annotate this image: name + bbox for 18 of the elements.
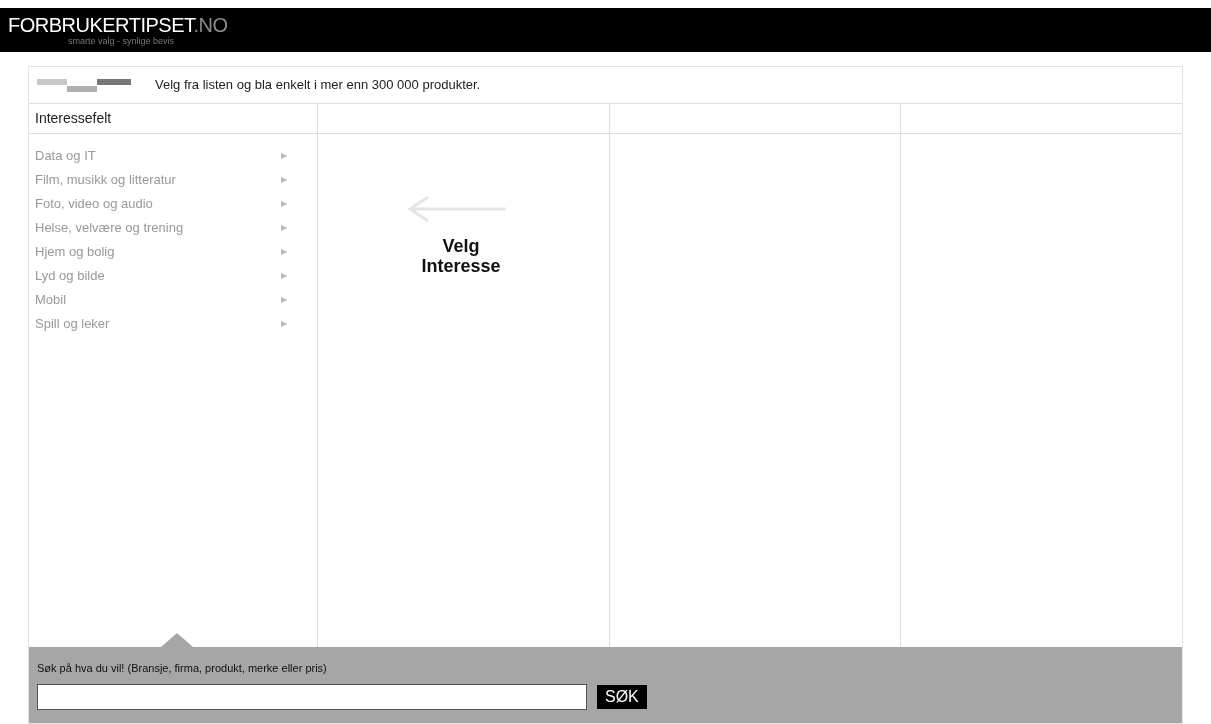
category-item[interactable]: Mobil ▶ [29,288,317,312]
search-button[interactable]: SØK [597,685,647,710]
logo[interactable]: FORBRUKERTIPSET.NO [8,14,1211,36]
arrow-left-icon [406,194,506,224]
sidebar-title: Interessefelt [35,109,112,128]
category-item[interactable]: Helse, velvære og trening ▶ [29,216,317,240]
intro-text: Velg fra listen og bla enkelt i mer enn 300 000 produkter. [155,76,481,95]
category-item[interactable]: Data og IT ▶ [29,144,317,168]
category-item[interactable]: Film, musikk og litteratur ▶ [29,168,317,192]
steps-icon [37,77,133,93]
category-item[interactable]: Foto, video og audio ▶ [29,192,317,216]
search-label: Søk på hva du vil! (Bransje, firma, produkt, merke eller pris) [37,660,328,676]
search-field[interactable] [37,684,587,711]
category-item[interactable]: Spill og leker ▶ [29,312,317,336]
category-item[interactable]: Hjem og bolig ▶ [29,240,317,264]
tagline: smarte valg - synlige bevis [68,36,176,46]
prompt-text: Velg Interesse [420,236,502,276]
category-item[interactable]: Lyd og bilde ▶ [29,264,317,288]
